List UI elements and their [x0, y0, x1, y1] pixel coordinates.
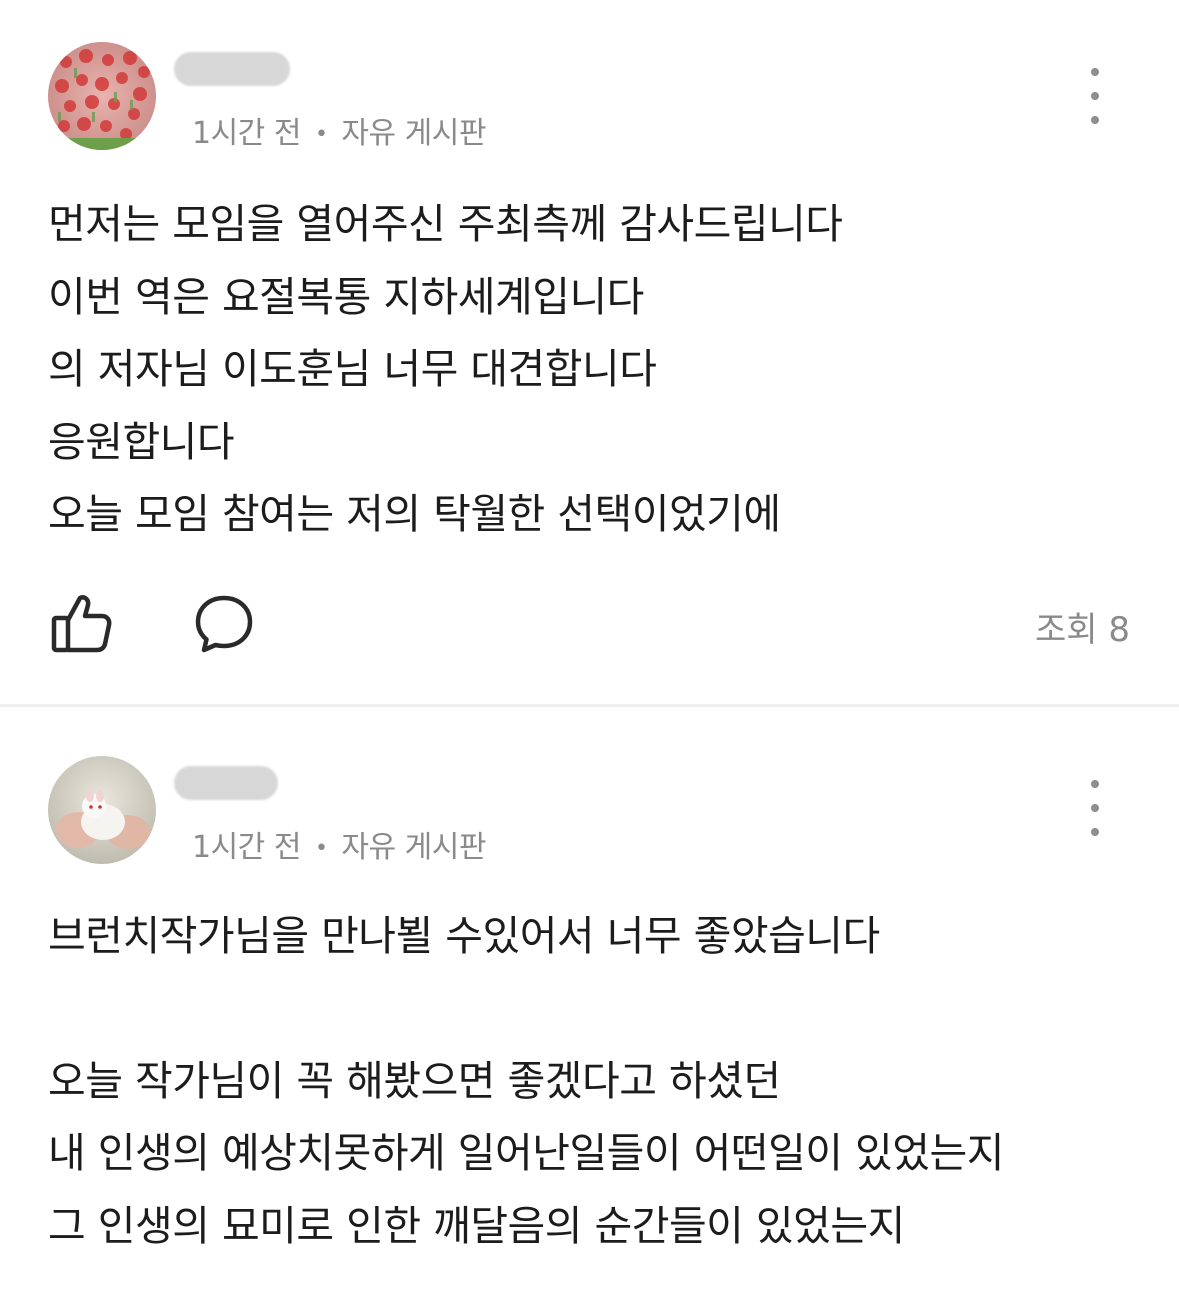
author-name-redacted[interactable] — [174, 52, 290, 86]
post-time: 1시간 전 — [192, 116, 301, 151]
post-meta: 1시간 전 • 자유 게시판 — [192, 822, 486, 866]
body-line: 브런치작가님을 만나뵐 수있어서 너무 좋았습니다 — [48, 912, 880, 960]
like-button[interactable] — [48, 590, 114, 656]
more-dot — [1091, 68, 1099, 76]
board-name[interactable]: 자유 게시판 — [341, 830, 486, 865]
body-line: 이번 역은 요절복통 지하세계입니다 — [48, 272, 644, 321]
more-dot — [1091, 804, 1099, 812]
separator-dot: • — [314, 836, 328, 861]
body-line: 응원합니다 — [48, 417, 235, 466]
comment-button[interactable] — [192, 592, 256, 656]
post-body[interactable]: 먼저는 모임을 열어주신 주최측께 감사드립니다 이번 역은 요절복통 지하세계… — [48, 188, 1138, 551]
body-line-blank — [48, 973, 1138, 1045]
more-dot — [1091, 92, 1099, 100]
post-meta: 1시간 전 • 자유 게시판 — [192, 108, 486, 152]
post-body[interactable]: 브런치작가님을 만나뵐 수있어서 너무 좋았습니다 오늘 작가님이 꼭 해봤으면… — [48, 900, 1138, 1262]
more-options-button[interactable] — [1079, 68, 1111, 124]
avatar[interactable] — [48, 42, 156, 150]
more-dot — [1091, 828, 1099, 836]
author-name-redacted[interactable] — [174, 766, 278, 800]
body-line: 먼저는 모임을 열어주신 주최측께 감사드립니다 — [48, 200, 843, 248]
body-line: 내 인생의 예상치못하게 일어난일들이 어떤일이 있었는지 — [48, 1129, 1004, 1177]
avatar[interactable] — [48, 756, 156, 864]
body-line: 오늘 모임 참여는 저의 탁월한 선택이었기에 — [48, 490, 781, 538]
body-line: 그 인생의 묘미로 인한 깨달음의 순간들이 있었는지 — [48, 1201, 905, 1250]
post-time: 1시간 전 — [192, 830, 301, 865]
speech-bubble-icon — [195, 595, 253, 653]
thumbs-up-icon — [51, 595, 112, 653]
view-count: 조회 8 — [1035, 610, 1130, 650]
separator-dot: • — [314, 122, 328, 147]
more-dot — [1091, 780, 1099, 788]
post-card[interactable]: 1시간 전 • 자유 게시판 먼저는 모임을 열어주신 주최측께 감사드립니다 이번… — [0, 0, 1179, 704]
post-divider — [0, 704, 1179, 707]
more-options-button[interactable] — [1079, 780, 1111, 836]
post-card[interactable]: 1시간 전 • 자유 게시판 브런치작가님을 만나뵐 수있어서 너무 좋았습니다 오… — [0, 710, 1179, 1302]
body-line: 의 저자님 이도훈님 너무 대견합니다 — [48, 345, 657, 393]
more-dot — [1091, 116, 1099, 124]
action-bar: 조회 8 — [48, 590, 1138, 660]
board-name[interactable]: 자유 게시판 — [341, 116, 486, 151]
body-line: 오늘 작가님이 꼭 해봤으면 좋겠다고 하셨던 — [48, 1056, 781, 1105]
